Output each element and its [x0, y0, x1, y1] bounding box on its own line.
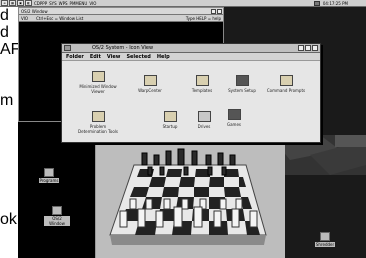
object-label: Games — [227, 122, 241, 127]
maximize-icon[interactable] — [312, 45, 318, 51]
object-problem-determination-tools[interactable]: Problem Determination Tools — [76, 111, 120, 134]
menu-edit[interactable]: Edit — [90, 54, 101, 60]
desktop-icon-programs[interactable]: Programs — [36, 168, 62, 183]
taskbar-icon[interactable]: ◧ — [25, 0, 32, 6]
menu-help[interactable]: Help — [157, 54, 170, 60]
taskbar-item[interactable]: PMMENU — [70, 1, 88, 6]
object-command-prompts[interactable]: Command Prompts — [264, 75, 308, 93]
partial-text-line: ok — [0, 211, 17, 228]
object-minimized-window-viewer[interactable]: Minimized Window Viewer — [76, 71, 120, 94]
taskbar-item[interactable]: SYS — [49, 1, 57, 6]
menu-selected[interactable]: Selected — [126, 54, 150, 60]
hide-icon[interactable] — [298, 45, 304, 51]
object-label: Minimized Window Viewer — [79, 84, 117, 94]
object-label: Command Prompts — [266, 88, 306, 93]
partial-text-line — [0, 194, 18, 211]
window-icon — [91, 71, 105, 82]
programs-icon — [44, 168, 54, 177]
partial-text-line — [0, 58, 18, 75]
taskbar-item[interactable]: WPS — [59, 1, 68, 6]
object-label: System Setup — [228, 88, 256, 93]
vio-titlebar[interactable]: OS/2 Window — [19, 8, 223, 15]
object-label: WarpCenter — [138, 88, 162, 93]
os2-menubar: Folder Edit View Selected Help — [62, 53, 320, 61]
maximize-icon[interactable] — [217, 8, 222, 14]
vio-status-mid: Ctrl+Esc = Window List — [36, 15, 84, 21]
os2-titlebar[interactable]: OS/2 System - Icon View — [62, 44, 320, 53]
partial-text-line — [0, 177, 18, 194]
setup-icon — [235, 75, 249, 86]
vio-statusbar: VIO Ctrl+Esc = Window List Type HELP = h… — [19, 15, 223, 22]
object-system-setup[interactable]: System Setup — [220, 75, 264, 93]
partial-text-line: d — [0, 24, 9, 41]
folder-icon — [143, 75, 157, 86]
partial-text-line — [0, 160, 18, 177]
games-icon — [227, 109, 241, 120]
shredder-icon — [320, 232, 330, 241]
taskbar-icon[interactable]: ▣ — [17, 0, 24, 6]
clock: 04:17:25 PM — [322, 1, 348, 6]
drives-icon — [197, 111, 211, 122]
desktop-icon-os2-window[interactable]: OS/2 Window — [44, 206, 70, 226]
desktop-icon-label: Shredder — [314, 242, 336, 247]
partial-text-line — [0, 109, 18, 126]
os2-system-window[interactable]: OS/2 System - Icon View Folder Edit View… — [61, 43, 321, 143]
desktop-icon-label: Programs — [38, 178, 60, 183]
tray-icon[interactable] — [314, 1, 320, 6]
taskbar-icon[interactable]: ≡ — [1, 0, 8, 6]
system-menu-icon[interactable] — [64, 45, 71, 51]
chess-board-scene[interactable] — [96, 137, 285, 258]
partial-text-line: d — [0, 7, 9, 24]
vio-status-left: VIO — [21, 15, 29, 21]
taskbar-icon[interactable]: ▦ — [9, 0, 16, 6]
os2-icon-view[interactable]: Minimized Window Viewer WarpCenter Templ… — [62, 61, 320, 142]
minimize-icon[interactable] — [305, 45, 311, 51]
minimize-icon[interactable] — [211, 8, 216, 14]
desktop-icon-label: OS/2 Window — [44, 216, 70, 226]
taskbar-item[interactable]: CDPPP — [34, 1, 47, 6]
vio-title: OS/2 Window — [21, 8, 48, 14]
partial-text-line: AF — [0, 41, 18, 58]
partial-text-line: m — [0, 92, 14, 109]
vio-status-right: Type HELP = help — [185, 15, 221, 21]
folder-icon — [91, 111, 105, 122]
taskbar-item[interactable]: VIO — [89, 1, 96, 6]
partial-text-line — [0, 75, 18, 92]
os2-window-icon — [52, 206, 62, 215]
os2-window-title: OS/2 System - Icon View — [92, 45, 154, 51]
object-label: Problem Determination Tools — [78, 124, 118, 134]
chess-window[interactable] — [95, 137, 285, 258]
partial-window-left: d d AF m ok — [0, 7, 18, 258]
partial-text-line — [0, 143, 18, 160]
menu-folder[interactable]: Folder — [66, 54, 84, 60]
partial-text-line — [0, 126, 18, 143]
menu-view[interactable]: View — [107, 54, 121, 60]
desktop-icon-shredder[interactable]: Shredder — [312, 232, 338, 247]
folder-icon — [195, 75, 209, 86]
folder-icon — [163, 111, 177, 122]
folder-icon — [279, 75, 293, 86]
object-games[interactable]: Games — [212, 109, 256, 127]
object-warpcenter[interactable]: WarpCenter — [128, 75, 172, 93]
object-templates[interactable]: Templates — [180, 75, 224, 93]
top-taskbar: ≡ ▦ ▣ ◧ CDPPP SYS WPS PMMENU VIO 04:17:2… — [0, 0, 366, 7]
object-label: Templates — [191, 88, 213, 93]
